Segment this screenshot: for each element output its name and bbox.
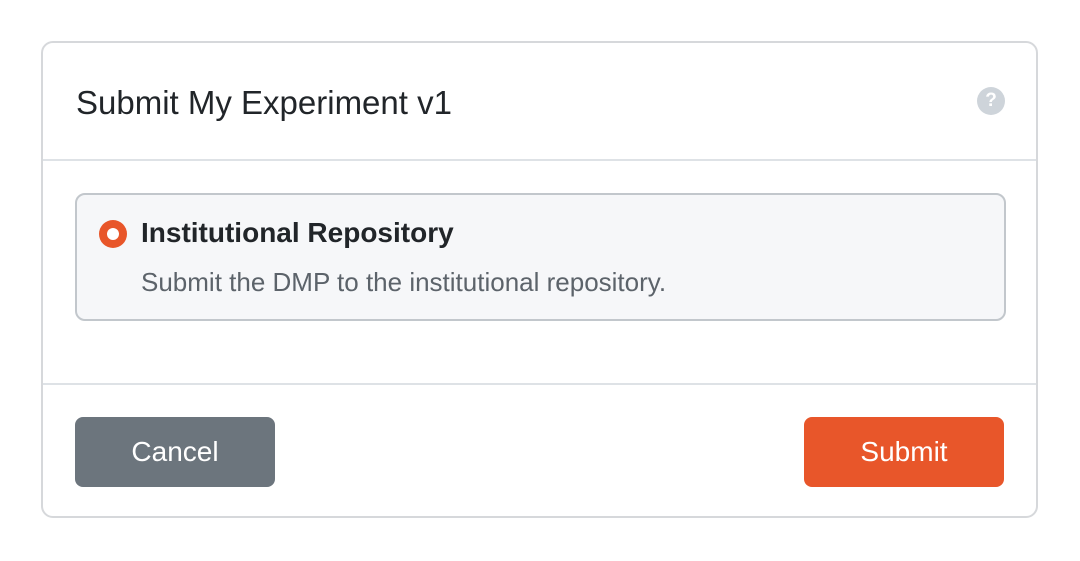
submit-modal: Submit My Experiment v1 ? Institutional … — [41, 41, 1038, 518]
option-description: Submit the DMP to the institutional repo… — [141, 267, 667, 297]
help-icon[interactable]: ? — [977, 87, 1005, 115]
modal-footer: Cancel Submit — [43, 385, 1036, 518]
cancel-button[interactable]: Cancel — [75, 417, 275, 487]
repository-option-card[interactable]: Institutional Repository Submit the DMP … — [75, 193, 1006, 321]
option-title: Institutional Repository — [141, 217, 454, 248]
modal-body: Institutional Repository Submit the DMP … — [43, 161, 1036, 385]
modal-header: Submit My Experiment v1 ? — [43, 43, 1036, 161]
radio-selected-icon[interactable] — [99, 220, 127, 248]
modal-title: Submit My Experiment v1 — [76, 84, 452, 121]
submit-button[interactable]: Submit — [804, 417, 1004, 487]
